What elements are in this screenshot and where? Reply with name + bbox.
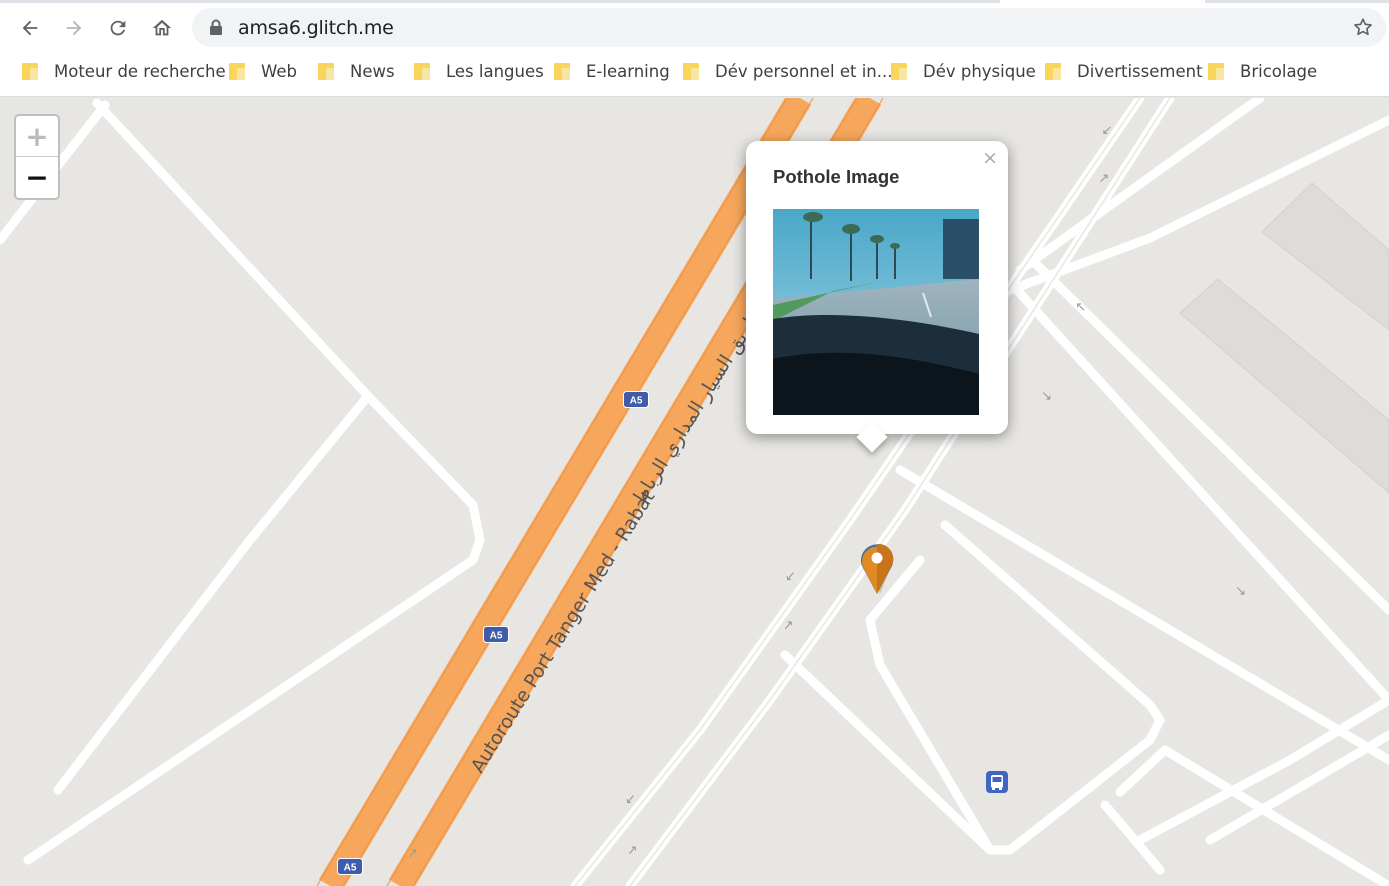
svg-text:→: →	[1037, 387, 1055, 405]
pothole-photo	[773, 209, 979, 415]
highway-shield: A5	[623, 391, 649, 408]
bookmark-folder[interactable]: Dév personnel et in...	[683, 56, 893, 86]
bookmark-folder[interactable]: Bricolage	[1208, 56, 1317, 86]
address-bar[interactable]: amsa6.glitch.me	[192, 8, 1386, 47]
forward-button[interactable]	[58, 12, 90, 44]
home-icon	[152, 19, 172, 36]
svg-text:A5: A5	[490, 631, 503, 642]
bookmark-label: Web	[261, 61, 297, 81]
reload-icon	[110, 20, 126, 36]
bookmark-star-icon[interactable]	[1352, 16, 1374, 38]
zoom-out-button[interactable]: −	[16, 157, 58, 198]
svg-text:A5: A5	[344, 863, 357, 874]
bookmark-folder[interactable]: News	[318, 56, 395, 86]
bookmark-label: Moteur de recherche	[54, 61, 226, 81]
bookmark-folder[interactable]: Moteur de recherche	[22, 56, 226, 86]
map-tiles: ← → ← → → ← → ← → →	[0, 98, 1389, 886]
folder-icon	[891, 62, 907, 80]
browser-toolbar: amsa6.glitch.me Moteur de recherche Web …	[0, 0, 1389, 97]
bookmark-label: News	[350, 61, 395, 81]
folder-icon	[22, 62, 38, 80]
svg-text:→: →	[624, 842, 643, 860]
back-button[interactable]	[14, 12, 46, 44]
bookmarks-bar: Moteur de recherche Web News Les langues…	[0, 56, 1389, 86]
lock-icon	[210, 19, 222, 35]
folder-icon	[1208, 62, 1224, 80]
folder-icon	[414, 62, 430, 80]
highway-shield: A5	[337, 858, 363, 875]
bookmark-label: Divertissement	[1077, 61, 1203, 81]
bookmark-folder[interactable]: Dév physique	[891, 56, 1036, 86]
folder-icon	[554, 62, 570, 80]
zoom-control: + −	[14, 114, 60, 200]
map-pin-icon[interactable]	[858, 536, 896, 596]
folder-icon	[683, 62, 699, 80]
bookmark-folder[interactable]: Divertissement	[1045, 56, 1203, 86]
bookmark-folder[interactable]: Web	[229, 56, 297, 86]
arrow-right-icon	[66, 20, 82, 36]
svg-text:→: →	[1231, 582, 1249, 600]
tab-strip-edge	[0, 0, 1389, 3]
folder-icon	[318, 62, 334, 80]
popup-title: Pothole Image	[773, 166, 900, 187]
arrow-left-icon	[22, 20, 38, 36]
popup-close-button[interactable]: ×	[982, 147, 998, 169]
marker-popup: × Pothole Image	[746, 141, 1008, 453]
bookmark-folder[interactable]: Les langues	[414, 56, 544, 86]
home-button[interactable]	[146, 12, 178, 44]
highway-shield: A5	[483, 626, 509, 643]
folder-icon	[1045, 62, 1061, 80]
zoom-in-button[interactable]: +	[16, 116, 58, 157]
bookmark-label: Dév personnel et in...	[715, 61, 893, 81]
bookmark-folder[interactable]: E-learning	[554, 56, 670, 86]
folder-icon	[229, 62, 245, 80]
url-text: amsa6.glitch.me	[238, 17, 394, 39]
bookmark-label: E-learning	[586, 61, 670, 81]
bookmark-label: Dév physique	[923, 61, 1036, 81]
reload-button[interactable]	[102, 12, 134, 44]
map-view[interactable]: ← → ← → → ← → ← → → A5 A5 A5 Autoroute P…	[0, 98, 1389, 886]
bookmark-label: Les langues	[446, 61, 544, 81]
bookmark-label: Bricolage	[1240, 61, 1318, 81]
svg-text:A5: A5	[630, 396, 643, 407]
svg-text:←: ←	[782, 568, 801, 586]
bus-stop-icon[interactable]	[986, 771, 1008, 793]
